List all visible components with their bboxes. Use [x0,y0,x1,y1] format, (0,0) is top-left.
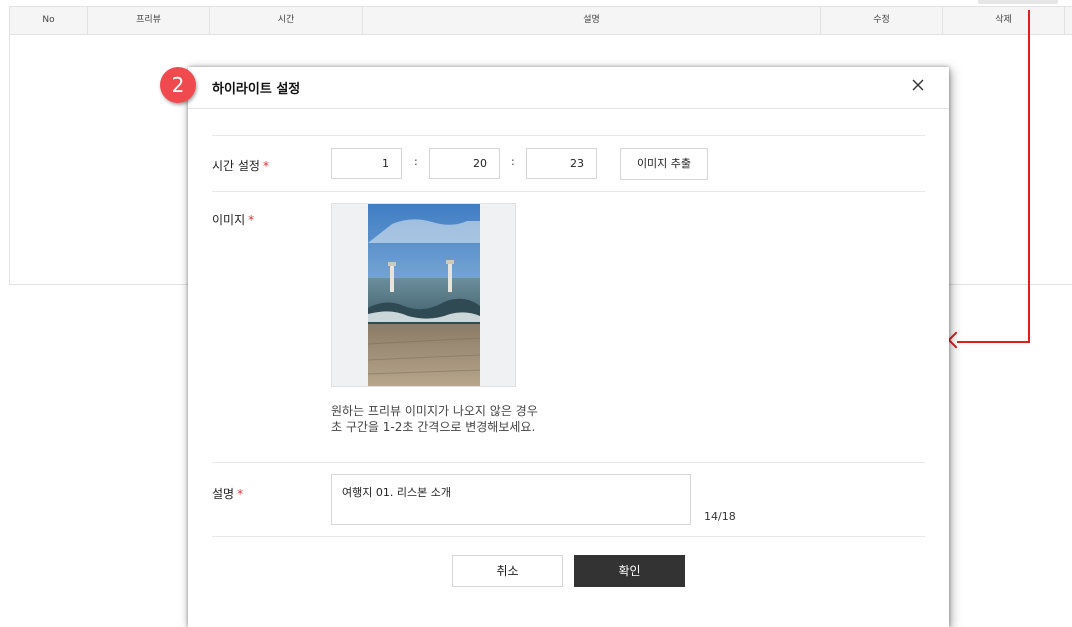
divider [212,462,925,463]
column-header-delete: 삭제 [943,7,1065,34]
description-input[interactable]: 여행지 01. 리스본 소개 [331,474,691,525]
time-setting-label: 시간 설정 * [212,159,269,173]
column-header-preview: 프리뷰 [88,7,210,34]
character-counter: 14/18 [704,510,736,523]
required-mark: * [237,487,244,501]
step-badge: 2 [160,67,196,103]
divider [212,191,925,192]
table-header: No 프리뷰 시간 설명 수정 삭제 [10,7,1072,35]
helper-text-line-2: 초 구간을 1-2초 간격으로 변경해보세요. [331,420,536,434]
preview-image [367,204,481,386]
divider [212,135,925,136]
divider [212,536,925,537]
highlight-settings-modal: 하이라이트 설정 시간 설정 * 1 : 20 : 23 이미지 추출 이미지 * [188,67,949,627]
top-tab-edge [978,0,1058,4]
modal-header: 하이라이트 설정 [188,67,949,109]
annotation-connector-vertical [1028,10,1030,343]
time-separator: : [511,155,515,168]
required-mark: * [248,213,255,227]
hours-input[interactable]: 1 [331,148,402,179]
minutes-input[interactable]: 20 [429,148,500,179]
cancel-button[interactable]: 취소 [452,555,563,587]
column-header-no: No [10,7,88,34]
preview-image-frame [331,203,516,387]
description-label: 설명 * [212,487,244,501]
required-mark: * [262,159,269,173]
helper-text-line-1: 원하는 프리뷰 이미지가 나오지 않은 경우 [331,404,538,418]
close-icon[interactable] [911,77,925,91]
time-separator: : [414,155,418,168]
column-header-description: 설명 [363,7,821,34]
column-header-time: 시간 [210,7,363,34]
modal-title: 하이라이트 설정 [212,82,301,97]
extract-image-button[interactable]: 이미지 추출 [620,148,708,180]
seconds-input[interactable]: 23 [526,148,597,179]
column-header-edit: 수정 [821,7,943,34]
annotation-connector-horizontal [957,341,1030,343]
confirm-button[interactable]: 확인 [574,555,685,587]
image-label: 이미지 * [212,213,255,227]
annotation-arrow-icon [947,331,965,349]
